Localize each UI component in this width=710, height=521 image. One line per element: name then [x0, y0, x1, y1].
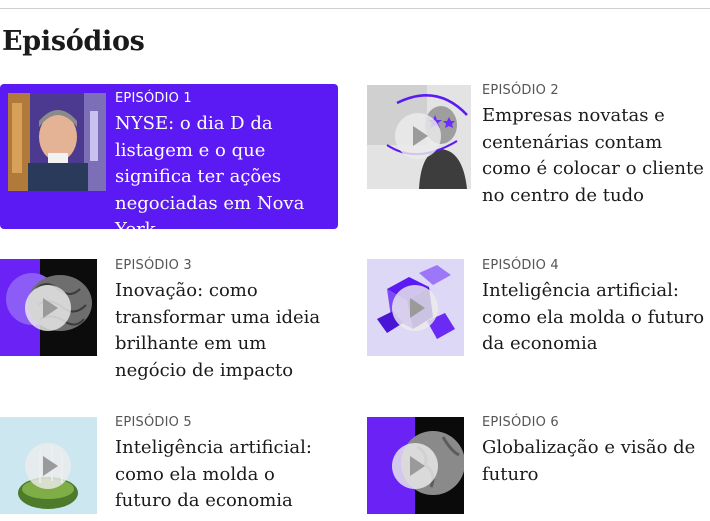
- episode-title: Inteligência artificial: como ela molda …: [482, 280, 705, 354]
- play-icon[interactable]: [392, 285, 438, 331]
- section-title: Episódios: [2, 26, 145, 57]
- episode-title: Globalização e visão de futuro: [482, 437, 696, 485]
- episode-thumbnail: [367, 417, 464, 514]
- episode-number-label: EPISÓDIO 1: [115, 91, 192, 106]
- play-icon[interactable]: [395, 113, 441, 159]
- episode-card-1[interactable]: EPISÓDIO 1 NYSE: o dia D da listagem e o…: [0, 84, 338, 240]
- episode-thumbnail: [0, 259, 97, 356]
- episode-thumbnail: [367, 259, 464, 356]
- episode-number-label: EPISÓDIO 6: [482, 415, 559, 430]
- episode-card-5[interactable]: EPISÓDIO 5 Inteligência artificial: como…: [0, 413, 338, 521]
- episode-title: NYSE: o dia D da listagem e o que signif…: [115, 113, 305, 240]
- episode-title: Inteligência artificial: como ela molda …: [115, 437, 312, 511]
- top-divider: [0, 8, 710, 9]
- episode-card-3[interactable]: EPISÓDIO 3 Inovação: como transformar um…: [0, 256, 338, 391]
- episode-thumbnail: [0, 417, 97, 514]
- play-icon[interactable]: [392, 443, 438, 489]
- episode-card-2[interactable]: EPISÓDIO 2 Empresas novatas e centenária…: [367, 83, 710, 229]
- episode-number-label: EPISÓDIO 5: [115, 415, 192, 430]
- episode-thumbnail: [8, 93, 106, 191]
- play-icon[interactable]: [25, 443, 71, 489]
- episode-title: Inovação: como transformar uma ideia bri…: [115, 280, 321, 381]
- episode-number-label: EPISÓDIO 2: [482, 83, 559, 98]
- episode-card-6[interactable]: EPISÓDIO 6 Globalização e visão de futur…: [367, 413, 710, 521]
- play-icon[interactable]: [25, 285, 71, 331]
- episode-card-4[interactable]: EPISÓDIO 4 Inteligência artificial: como…: [367, 256, 710, 391]
- speaker-portrait-image: [8, 93, 106, 191]
- episode-title: Empresas novatas e centenárias contam co…: [482, 105, 704, 206]
- episode-number-label: EPISÓDIO 4: [482, 258, 559, 273]
- episode-number-label: EPISÓDIO 3: [115, 258, 192, 273]
- episode-thumbnail: [367, 85, 471, 189]
